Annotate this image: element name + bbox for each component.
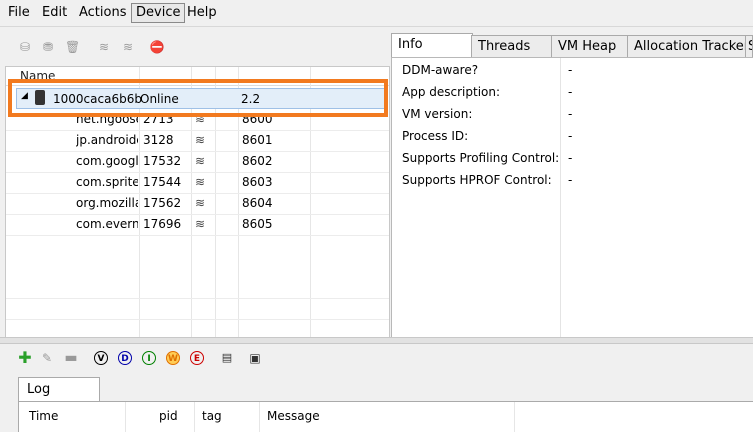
info-key: Supports Profiling Control: <box>402 151 560 165</box>
menu-actions[interactable]: Actions <box>75 4 131 22</box>
menu-edit[interactable]: Edit <box>38 4 71 22</box>
process-port: 8604 <box>242 196 273 210</box>
log-level-e-button[interactable]: E <box>190 351 204 365</box>
log-column-tag[interactable]: tag <box>202 409 222 423</box>
log-panel: Time pid tag Message <box>18 401 753 432</box>
devices-panel: ⛁ ⛃ 🗑 ≋ ≋ ⛔ Name ◢ 1000caca6b6b Online 2… <box>5 30 390 341</box>
info-value: - <box>568 85 573 99</box>
remove-filter-icon[interactable]: ▬ <box>64 351 78 365</box>
clear-log-icon[interactable]: ▤ <box>220 351 234 365</box>
menu-file[interactable]: File <box>4 4 34 22</box>
log-column-time[interactable]: Time <box>29 409 58 423</box>
save-log-icon[interactable]: ▣ <box>248 351 262 365</box>
devices-toolbar: ⛁ ⛃ 🗑 ≋ ≋ ⛔ <box>5 30 388 64</box>
process-name: org.mozilla <box>76 196 138 210</box>
info-value: - <box>568 151 573 165</box>
info-row: Supports Profiling Control: - <box>402 148 742 168</box>
process-name: com.sprite <box>76 175 138 189</box>
info-row: VM version: - <box>402 104 742 124</box>
process-pid: 3128 <box>143 133 174 147</box>
tab-allocation-tracker[interactable]: Allocation Tracker <box>627 35 749 57</box>
start-profiling-icon[interactable]: ≋ <box>119 40 137 54</box>
process-port: 8605 <box>242 217 273 231</box>
info-row: Process ID: - <box>402 126 742 146</box>
process-pid: 17532 <box>143 154 182 168</box>
ddms-status-icon: ≋ <box>195 154 205 168</box>
process-row[interactable]: com.evern 17696 ≋ 8605 <box>6 214 389 236</box>
tab-bar: Info Threads VM Heap Allocation Tracker … <box>391 33 753 58</box>
update-heap-icon[interactable]: ⛁ <box>18 40 32 54</box>
process-pid: 17696 <box>143 217 182 231</box>
process-port: 8603 <box>242 175 273 189</box>
process-pid: 17562 <box>143 196 182 210</box>
cause-gc-icon[interactable]: 🗑 <box>65 40 80 54</box>
process-pid: 17544 <box>143 175 182 189</box>
tab-threads[interactable]: Threads <box>471 35 553 57</box>
ddms-status-icon: ≋ <box>195 133 205 147</box>
info-key: Supports HPROF Control: <box>402 173 552 187</box>
menu-help[interactable]: Help <box>183 4 221 22</box>
process-row[interactable]: jp.androide 3128 ≋ 8601 <box>6 130 389 152</box>
info-value: - <box>568 129 573 143</box>
add-filter-icon[interactable]: ✚ <box>18 350 32 366</box>
log-level-i-button[interactable]: I <box>142 351 156 365</box>
info-key: DDM-aware? <box>402 63 479 77</box>
stop-process-icon[interactable]: ⛔ <box>148 40 166 54</box>
process-port: 8602 <box>242 154 273 168</box>
info-value: - <box>568 107 573 121</box>
process-row[interactable]: com.sprite 17544 ≋ 8603 <box>6 172 389 194</box>
info-row: Supports HPROF Control: - <box>402 170 742 190</box>
menu-bar: File Edit Actions Device Help <box>0 0 753 27</box>
panel-splitter[interactable] <box>0 337 753 344</box>
info-row: DDM-aware? - <box>402 60 742 80</box>
process-row[interactable]: com.google 17532 ≋ 8602 <box>6 151 389 173</box>
dump-hprof-icon[interactable]: ⛃ <box>41 40 55 54</box>
device-highlight-box <box>8 79 388 117</box>
process-port: 8601 <box>242 133 273 147</box>
process-name: com.google <box>76 154 138 168</box>
process-row[interactable]: org.mozilla 17562 ≋ 8604 <box>6 193 389 215</box>
info-key: VM version: <box>402 107 473 121</box>
process-name: jp.androide <box>76 133 138 147</box>
ddms-status-icon: ≋ <box>195 217 205 231</box>
tab-info[interactable]: Info <box>391 33 473 58</box>
info-value: - <box>568 63 573 77</box>
menu-device[interactable]: Device <box>131 3 186 23</box>
info-value: - <box>568 173 573 187</box>
tab-vm-heap[interactable]: VM Heap <box>551 35 629 57</box>
ddms-status-icon: ≋ <box>195 175 205 189</box>
info-row: App description: - <box>402 82 742 102</box>
log-column-message[interactable]: Message <box>267 409 320 423</box>
edit-filter-icon[interactable]: ✎ <box>40 351 54 365</box>
log-level-d-button[interactable]: D <box>118 351 132 365</box>
ddms-status-icon: ≋ <box>195 196 205 210</box>
tab-sysinfo[interactable]: S <box>745 35 753 57</box>
log-level-v-button[interactable]: V <box>94 351 108 365</box>
process-name: com.evern <box>76 217 138 231</box>
log-column-pid[interactable]: pid <box>159 409 178 423</box>
info-panel: DDM-aware? - App description: - VM version: -… <box>391 57 753 338</box>
log-level-w-button[interactable]: W <box>166 351 180 365</box>
info-key: Process ID: <box>402 129 469 143</box>
tab-log[interactable]: Log <box>18 377 100 402</box>
update-threads-icon[interactable]: ≋ <box>95 40 113 54</box>
log-tabs: Log <box>18 377 753 402</box>
info-key: App description: <box>402 85 501 99</box>
log-toolbar: ✚ ✎ ▬ VDIWE ▤ ▣ <box>0 344 753 372</box>
